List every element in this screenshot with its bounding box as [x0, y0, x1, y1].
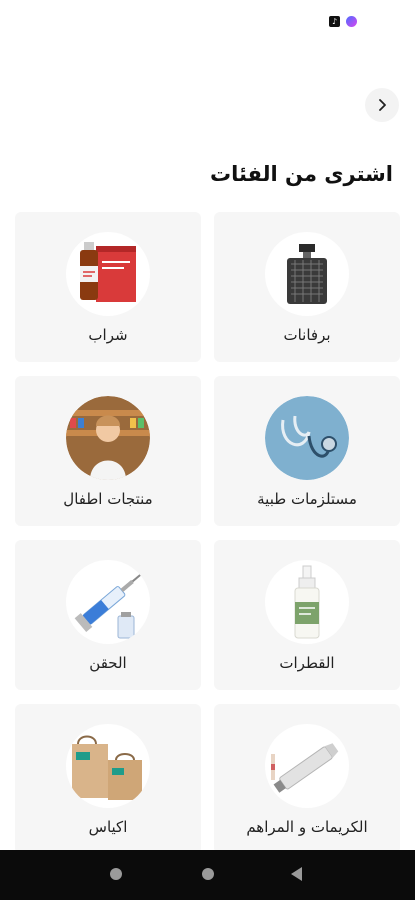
- child-pharmacist-icon: [66, 396, 150, 480]
- status-bar: ♪: [0, 0, 415, 48]
- paper-bags-icon: [66, 724, 150, 808]
- messenger-icon: [346, 16, 357, 27]
- syringe-icon: [66, 560, 150, 644]
- status-icons: ♪: [329, 16, 357, 27]
- category-label: القطرات: [279, 654, 335, 672]
- stethoscope-icon: [265, 396, 349, 480]
- category-card-syrup[interactable]: شراب: [15, 212, 201, 362]
- category-card-injections[interactable]: الحقن: [15, 540, 201, 690]
- category-card-medical-supplies[interactable]: مستلزمات طبية: [214, 376, 400, 526]
- recent-apps-button[interactable]: [110, 868, 122, 880]
- category-card-creams-ointments[interactable]: الكريمات و المراهم: [214, 704, 400, 854]
- tiktok-icon: ♪: [329, 16, 340, 27]
- category-label: شراب: [88, 326, 128, 344]
- chevron-right-icon: [379, 99, 386, 111]
- category-label: الكريمات و المراهم: [246, 818, 368, 836]
- category-card-perfumes[interactable]: برفانات: [214, 212, 400, 362]
- ointment-tube-icon: [265, 724, 349, 808]
- syrup-bottle-icon: [66, 232, 150, 316]
- category-card-baby-products[interactable]: منتجات اطفال: [15, 376, 201, 526]
- home-button[interactable]: [202, 868, 214, 880]
- eye-drops-icon: [265, 560, 349, 644]
- category-label: منتجات اطفال: [63, 490, 153, 508]
- back-nav-button[interactable]: [291, 867, 302, 881]
- back-button[interactable]: [365, 88, 399, 122]
- category-card-bags[interactable]: اكياس: [15, 704, 201, 854]
- system-navigation-bar: [0, 850, 415, 900]
- category-label: الحقن: [89, 654, 127, 672]
- perfume-bottle-icon: [265, 232, 349, 316]
- category-label: اكياس: [88, 818, 128, 836]
- page-title: اشترى من الفئات: [209, 162, 393, 186]
- category-card-drops[interactable]: القطرات: [214, 540, 400, 690]
- category-label: مستلزمات طبية: [257, 490, 357, 508]
- category-label: برفانات: [283, 326, 331, 344]
